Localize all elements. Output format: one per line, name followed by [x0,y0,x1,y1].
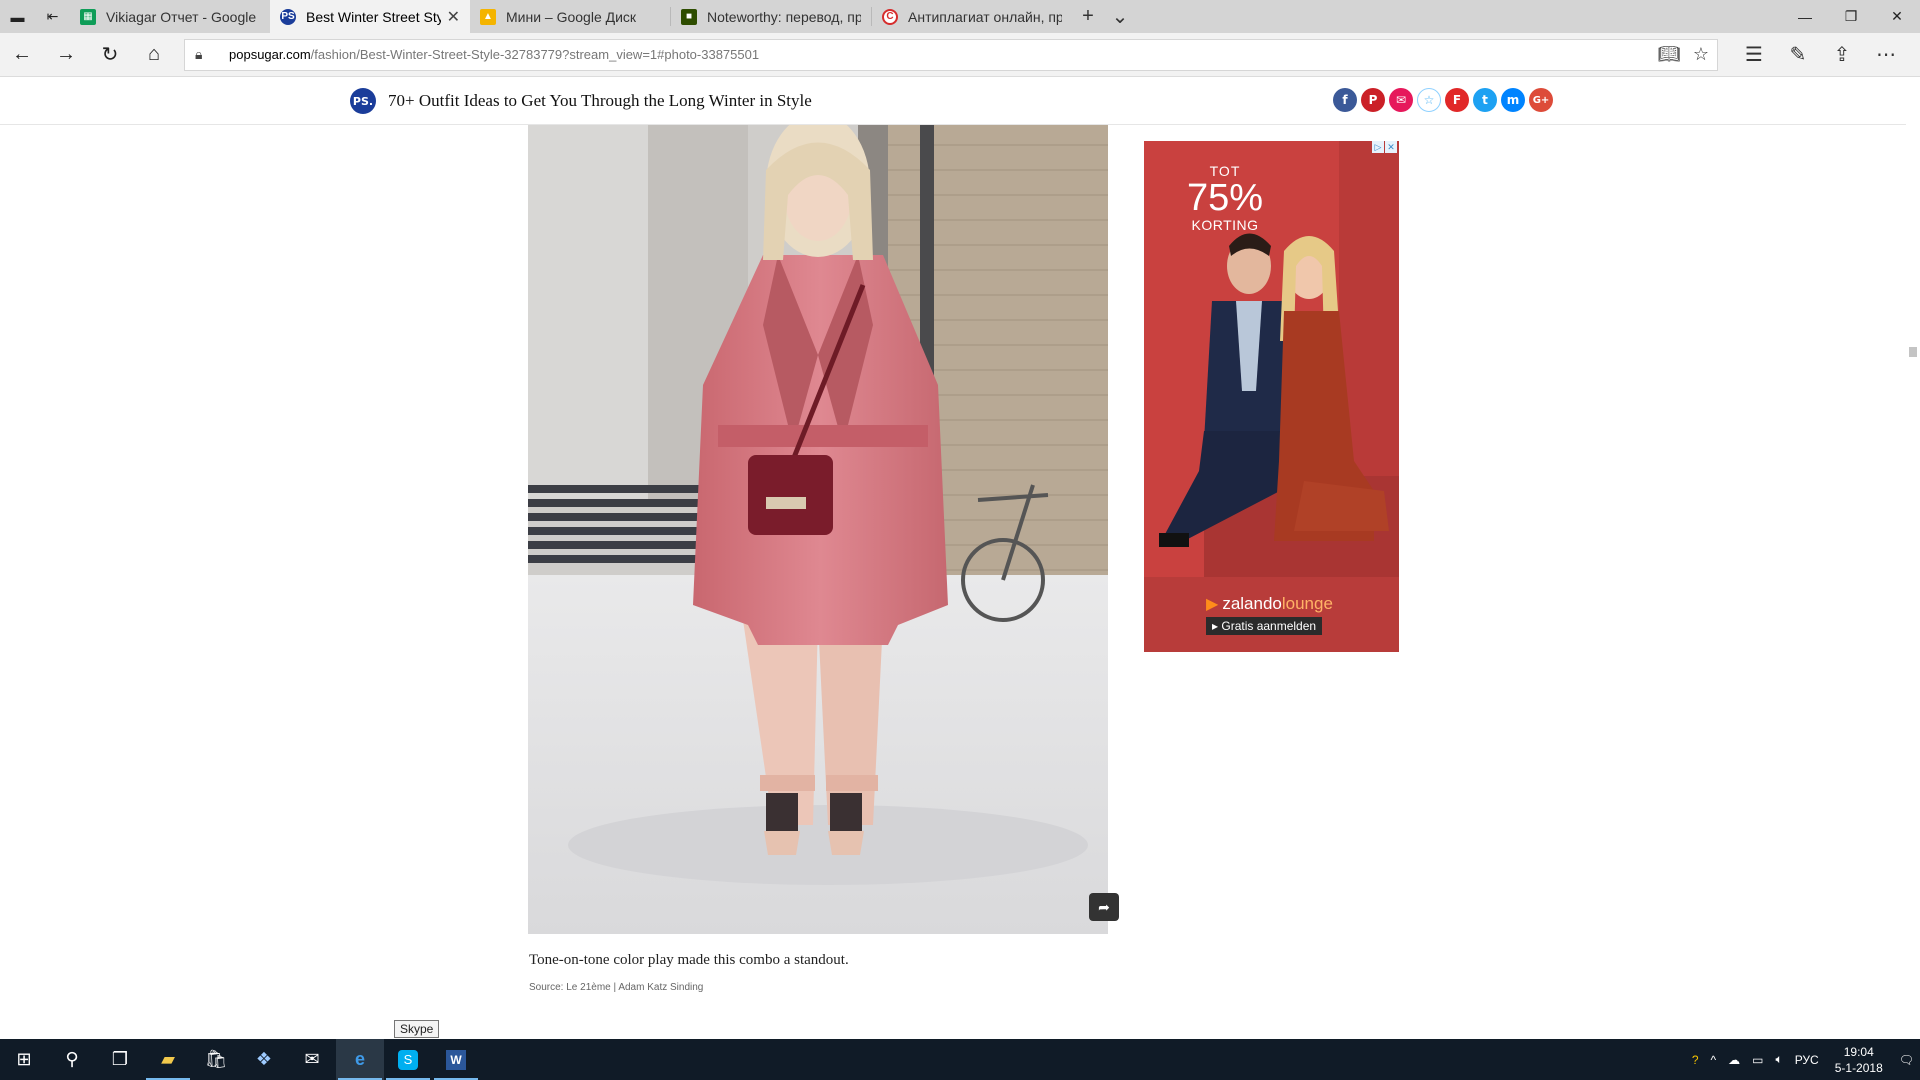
chevron-up-icon[interactable]: ^ [1705,1053,1723,1067]
messenger-icon[interactable]: m [1501,88,1525,112]
clock[interactable]: 19:04 5-1-2018 [1825,1044,1893,1076]
network-icon[interactable]: ▭ [1746,1053,1769,1067]
facebook-icon[interactable]: f [1333,88,1357,112]
ad-discount: 75% [1186,177,1264,219]
action-center-icon[interactable]: 🗨︎ [1893,1053,1920,1067]
ad-choices[interactable]: ▷ ✕ [1372,141,1397,153]
close-window-icon[interactable]: ✕ [1874,0,1920,33]
skype-icon[interactable]: S [384,1039,432,1080]
file-explorer-icon[interactable]: ▰ [144,1039,192,1080]
adchoices-icon[interactable]: ▷ [1372,141,1384,153]
antiplagiat-icon: C [882,8,898,25]
mail-icon[interactable]: ✉ [288,1039,336,1080]
ad-close-icon[interactable]: ✕ [1385,141,1397,153]
favorite-icon[interactable]: ☆ [1417,88,1441,112]
vertical-scrollbar[interactable] [1906,77,1920,1039]
word-icon[interactable]: W [432,1039,480,1080]
clock-time: 19:04 [1843,1044,1874,1059]
clock-date: 5-1-2018 [1834,1060,1883,1075]
street-style-photo[interactable] [528,125,1108,934]
reading-view-icon[interactable]: 📖︎ [1653,44,1685,65]
navigation-bar: ← → ↻ ⌂ 🔒︎ popsugar.com/fashion/Best-Win… [0,33,1920,77]
scrollbar-thumb[interactable] [1909,347,1917,357]
more-icon[interactable]: ⋯ [1864,42,1908,67]
share-icon[interactable]: ⇪ [1820,42,1864,67]
favorite-star-icon[interactable]: ☆ [1685,44,1717,65]
store-icon[interactable]: 🛍︎ [192,1039,240,1080]
popsugar-icon: PS [280,8,296,25]
brand-suffix: lounge [1281,594,1333,613]
close-tab-icon[interactable]: ✕ [447,7,460,27]
twitter-icon[interactable]: t [1473,88,1497,112]
tab-4[interactable]: C Антиплагиат онлайн, пров [872,0,1072,33]
windows-start-icon[interactable]: ⊞ [0,1039,48,1080]
photo-caption: Tone-on-tone color play made this combo … [529,952,849,968]
page-viewport: PS. 70+ Outfit Ideas to Get You Through … [0,77,1920,1039]
tab-title: Vikiagar Отчет - Google Таб [106,8,260,25]
email-icon[interactable]: ✉ [1389,88,1413,112]
tab-2[interactable]: ▲ Мини – Google Диск [470,0,670,33]
brand-name: zalando [1222,594,1282,613]
tab-title: Мини – Google Диск [506,8,637,25]
hub-icon[interactable]: ☰ [1732,42,1776,67]
search-icon[interactable]: ⚲ [48,1039,96,1080]
back-icon[interactable]: ← [0,33,44,77]
window-controls: — ❐ ✕ [1782,0,1920,33]
lock-icon[interactable]: 🔒︎ [195,46,221,63]
tab-1[interactable]: PS Best Winter Street Style ✕ [270,0,470,33]
taskbar-tooltip: Skype [394,1020,440,1038]
edge-icon[interactable]: e [336,1039,384,1080]
ad-line-3: KORTING [1191,217,1259,233]
volume-icon[interactable]: 🔈︎ [1769,1052,1788,1067]
refresh-icon[interactable]: ↻ [88,33,132,77]
tab-title: Noteworthy: перевод, прои [707,8,861,25]
set-aside-tabs-icon[interactable]: ⇤ [35,0,70,33]
system-tray: ? ^ ☁ ▭ 🔈︎ РУС 19:04 5-1-2018 🗨︎ [1686,1039,1920,1080]
tab-title: Антиплагиат онлайн, пров [908,8,1062,25]
advertisement[interactable]: ▷ ✕ TOT 75% KORTING ▶ zalando lounge ▸ Gr… [1144,141,1399,652]
dropbox-icon[interactable]: ❖ [240,1039,288,1080]
noteworthy-icon: ■ [681,8,697,25]
pinterest-icon[interactable]: P [1361,88,1385,112]
tab-3[interactable]: ■ Noteworthy: перевод, прои [671,0,871,33]
zalando-icon: ▶ [1206,596,1219,613]
url-path: /fashion/Best-Winter-Street-Style-327837… [310,47,760,62]
google-plus-icon[interactable]: G+ [1529,88,1553,112]
address-bar[interactable]: 🔒︎ popsugar.com/fashion/Best-Winter-Stre… [184,38,1718,71]
photo-source[interactable]: Source: Le 21ème | Adam Katz Sinding [529,982,703,993]
web-note-icon[interactable]: ✎ [1776,42,1820,67]
help-icon[interactable]: ? [1686,1053,1705,1067]
chevron-down-icon[interactable]: ⌄ [1104,0,1136,33]
tab-preview-icon[interactable]: ▬ [0,0,35,33]
photo-share-button[interactable]: ➦ [1089,893,1119,921]
article-title: 70+ Outfit Ideas to Get You Through the … [388,91,812,110]
new-tab-icon[interactable]: + [1072,0,1104,33]
home-icon[interactable]: ⌂ [132,33,176,77]
language-indicator[interactable]: РУС [1789,1053,1825,1067]
taskbar: ⊞ ⚲ ❐ ▰ 🛍︎ ❖ ✉ e S W ? ^ ☁ ▭ 🔈︎ РУС 19:0… [0,1039,1920,1080]
sheets-icon: ▦ [80,8,96,25]
share-arrow-icon: ➦ [1098,898,1110,915]
google-drive-icon: ▲ [480,8,496,25]
tab-0[interactable]: ▦ Vikiagar Отчет - Google Таб [70,0,270,33]
tab-strip: ▬ ⇤ ▦ Vikiagar Отчет - Google Таб PS Bes… [0,0,1920,33]
tab-title: Best Winter Street Style [306,8,441,25]
ad-footer: ▶ zalando lounge ▸ Gratis aanmelden [1144,577,1399,652]
photo-illustration [528,125,1108,934]
flipboard-icon[interactable]: F [1445,88,1469,112]
cloud-icon[interactable]: ☁ [1722,1053,1746,1067]
minimize-icon[interactable]: — [1782,0,1828,33]
task-view-icon[interactable]: ❐ [96,1039,144,1080]
share-bar: f P ✉ ☆ F t m G+ [1333,88,1553,112]
popsugar-logo[interactable]: PS. [350,88,376,114]
article-header: PS. 70+ Outfit Ideas to Get You Through … [0,77,1906,125]
url-host: popsugar.com [229,47,311,62]
ad-signup-button[interactable]: ▸ Gratis aanmelden [1206,617,1323,635]
restore-icon[interactable]: ❐ [1828,0,1874,33]
forward-icon[interactable]: → [44,33,88,77]
zalando-lounge-logo: ▶ zalando lounge [1206,594,1333,614]
